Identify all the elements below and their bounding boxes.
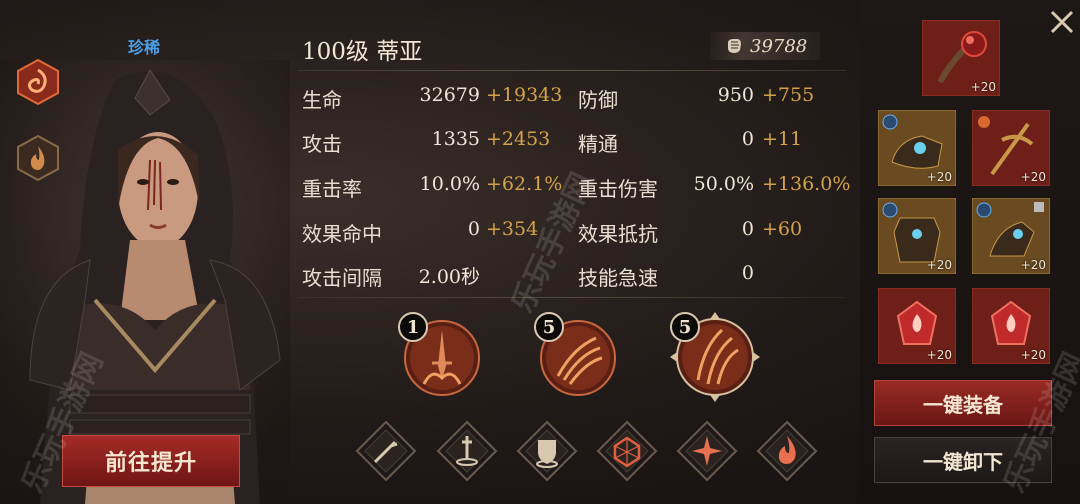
fire-element-button[interactable] xyxy=(14,58,62,106)
lock-icon xyxy=(1034,202,1044,212)
shield-icon xyxy=(516,420,578,482)
divider xyxy=(298,297,846,298)
skill-slot-2[interactable]: 5 xyxy=(534,312,618,398)
stat-attack-value: 1335 xyxy=(431,128,480,150)
stat-attack-label: 攻击 xyxy=(302,132,342,156)
stat-atk-interval-value: 2.00秒 xyxy=(418,266,480,288)
equip-level: +20 xyxy=(926,170,952,184)
equip-level: +20 xyxy=(926,258,952,272)
rarity-label: 珍稀 xyxy=(128,38,161,57)
stat-effect-res-value: 0 xyxy=(741,218,754,240)
stat-defense-bonus: +755 xyxy=(762,84,815,106)
stat-mastery-bonus: +11 xyxy=(762,128,803,150)
character-title: 100级 蒂亚 xyxy=(302,39,423,65)
fire-swirl-icon xyxy=(17,58,59,106)
equip-level: +20 xyxy=(1020,348,1046,362)
star-burst-icon xyxy=(676,420,738,482)
skill-slot-3[interactable]: 5 xyxy=(670,312,760,402)
equip-slot-1[interactable]: +20 xyxy=(877,109,957,187)
stat-atk-interval-label: 攻击间隔 xyxy=(302,266,382,290)
flame-element-button[interactable] xyxy=(14,134,62,182)
equip-slot-5[interactable]: +20 xyxy=(877,287,957,365)
stat-hp-value: 32679 xyxy=(419,84,480,106)
stat-crit-dmg-value: 50.0% xyxy=(693,173,754,195)
stat-mastery-label: 精通 xyxy=(578,132,618,156)
equip-weapon[interactable]: +20 xyxy=(921,19,1001,97)
flame-icon xyxy=(756,420,818,482)
stat-crit-dmg-bonus: +136.0% xyxy=(762,173,851,195)
go-upgrade-button[interactable]: 前往提升 xyxy=(62,435,240,487)
stat-hp-bonus: +19343 xyxy=(486,84,563,106)
combat-power-value: 39788 xyxy=(750,35,808,57)
stat-defense-label: 防御 xyxy=(578,88,618,112)
dice-icon xyxy=(596,420,658,482)
rune-slot-sword[interactable] xyxy=(355,420,417,482)
skill-level-badge: 1 xyxy=(398,312,428,342)
sword-icon xyxy=(355,420,417,482)
stat-crit-rate-label: 重击率 xyxy=(302,177,362,201)
stat-effect-hit-label: 效果命中 xyxy=(302,222,382,246)
fist-power-icon xyxy=(728,39,741,53)
stat-effect-res-label: 效果抵抗 xyxy=(578,222,658,246)
stat-skill-haste-value: 0 xyxy=(741,262,754,284)
close-icon[interactable] xyxy=(1044,4,1080,40)
stat-attack-bonus: +2453 xyxy=(486,128,551,150)
stat-defense-value: 950 xyxy=(717,84,754,106)
equip-level: +20 xyxy=(926,348,952,362)
rune-slot-star-burst[interactable] xyxy=(676,420,738,482)
equip-slot-4[interactable]: +20 xyxy=(971,197,1051,275)
rune-slot-shield[interactable] xyxy=(516,420,578,482)
equip-level: +20 xyxy=(1020,170,1046,184)
rune-slot-dice[interactable] xyxy=(596,420,658,482)
stat-effect-res-bonus: +60 xyxy=(762,218,803,240)
combat-power: 39788 xyxy=(710,32,820,60)
equip-slot-6[interactable]: +20 xyxy=(971,287,1051,365)
sword-pedestal-icon xyxy=(436,420,498,482)
stat-effect-hit-value: 0 xyxy=(467,218,480,240)
equip-level: +20 xyxy=(1020,258,1046,272)
equip-slot-3[interactable]: +20 xyxy=(877,197,957,275)
equip-slot-2[interactable]: +20 xyxy=(971,109,1051,187)
skill-level-badge: 5 xyxy=(670,312,700,342)
stat-mastery-value: 0 xyxy=(741,128,754,150)
stat-skill-haste-label: 技能急速 xyxy=(578,266,658,290)
flame-icon xyxy=(17,134,59,182)
rune-slot-sword-pedestal[interactable] xyxy=(436,420,498,482)
skill-slot-1[interactable]: 1 xyxy=(398,312,482,398)
equip-level: +20 xyxy=(970,80,996,94)
stat-crit-rate-value: 10.0% xyxy=(419,173,480,195)
divider xyxy=(298,70,846,71)
rune-slot-flame[interactable] xyxy=(756,420,818,482)
stat-hp-label: 生命 xyxy=(302,88,342,112)
